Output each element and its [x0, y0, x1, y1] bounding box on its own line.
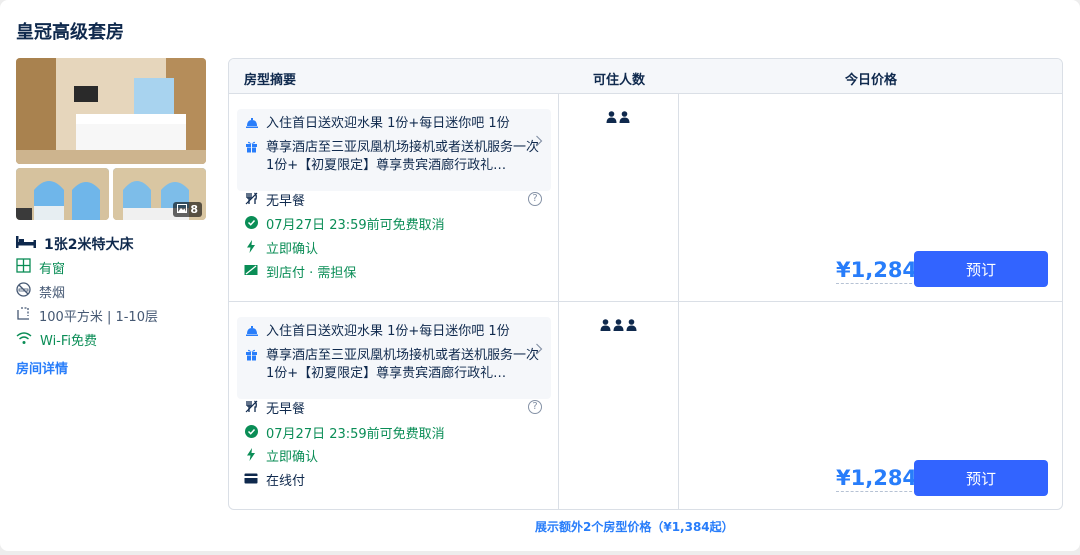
payment-policy: 到店付 · 需担保 [244, 262, 356, 281]
meal-label: 无早餐 [266, 402, 306, 417]
service-bell-icon [245, 323, 260, 342]
table-header: 房型摘要 可住人数 今日价格 [229, 59, 1062, 94]
room-title: 皇冠高级套房 [16, 22, 124, 43]
help-icon[interactable]: ? [528, 400, 542, 414]
help-icon[interactable]: ? [528, 192, 542, 206]
header-occupancy: 可住人数 [593, 73, 646, 88]
chevron-right-icon [535, 135, 543, 151]
perk-item: 入住首日送欢迎水果 1份+每日迷你吧 1份 [245, 323, 543, 342]
feature-window: 有窗 [16, 258, 65, 277]
meal-policy: 无早餐 [244, 190, 305, 209]
column-divider [678, 94, 679, 509]
person-icon [613, 319, 624, 334]
lightning-icon [244, 239, 258, 256]
person-icon [606, 111, 617, 126]
room-photo-image [16, 58, 206, 164]
meal-policy: 无早餐 [244, 398, 305, 417]
room-photo-thumb[interactable] [16, 168, 109, 220]
bed-icon [16, 235, 36, 253]
guest-icons [558, 319, 678, 334]
photo-count-badge[interactable]: 8 [173, 202, 202, 217]
confirm-label: 立即确认 [266, 450, 319, 465]
perk-item: 尊享酒店至三亚凤凰机场接机或者送机服务一次 1份+【初夏限定】尊享贵宾酒廊行政礼… [245, 139, 543, 175]
bed-info: 1张2米特大床 [16, 234, 133, 254]
payment-label: 到店付 · 需担保 [266, 266, 357, 281]
cancel-label: 07月27日 23:59前可免费取消 [266, 427, 445, 442]
no-smoking-icon [16, 282, 31, 301]
price[interactable]: ¥1,284 [836, 258, 918, 284]
confirm-policy: 立即确认 [244, 446, 318, 465]
pay-at-hotel-icon [244, 264, 258, 279]
cancel-label: 07月27日 23:59前可免费取消 [266, 218, 445, 233]
feature-label: Wi-Fi免费 [40, 334, 98, 349]
perks-box[interactable]: 入住首日送欢迎水果 1份+每日迷你吧 1份 尊享酒店至三亚凤凰机场接机或者送机服… [237, 109, 551, 191]
cancel-policy[interactable]: 07月27日 23:59前可免费取消 [244, 214, 445, 233]
lightning-icon [244, 447, 258, 464]
cancel-policy[interactable]: 07月27日 23:59前可免费取消 [244, 423, 445, 442]
chevron-right-icon [535, 343, 543, 359]
perk-text: 尊享酒店至三亚凤凰机场接机或者送机服务一次 1份+【初夏限定】尊享贵宾酒廊行政礼… [266, 348, 540, 381]
column-divider [558, 94, 559, 509]
row-divider [229, 301, 1062, 302]
service-bell-icon [245, 115, 260, 134]
check-circle-icon [244, 424, 258, 441]
room-photo-main[interactable] [16, 58, 206, 164]
perk-text: 尊享酒店至三亚凤凰机场接机或者送机服务一次 1份+【初夏限定】尊享贵宾酒廊行政礼… [266, 140, 540, 173]
rate-plan-table: 房型摘要 可住人数 今日价格 入住首日送欢迎水果 1份+每日迷你吧 1份 尊享酒… [228, 58, 1063, 510]
image-icon [177, 203, 188, 216]
feature-area: 100平方米 | 1-10层 [16, 306, 158, 325]
price[interactable]: ¥1,284 [836, 466, 918, 492]
perk-text: 入住首日送欢迎水果 1份+每日迷你吧 1份 [266, 116, 510, 131]
header-summary: 房型摘要 [244, 73, 297, 88]
feature-wifi: Wi-Fi免费 [16, 330, 97, 349]
show-more-rates-link[interactable]: 展示额外2个房型价格（¥1,384起） [535, 518, 734, 535]
feature-label: 禁烟 [39, 286, 66, 301]
book-button[interactable]: 预订 [914, 251, 1048, 287]
payment-policy: 在线付 [244, 470, 305, 489]
confirm-label: 立即确认 [266, 242, 319, 257]
person-icon [626, 319, 637, 334]
book-button[interactable]: 预订 [914, 460, 1048, 496]
window-icon [16, 258, 31, 277]
confirm-policy: 立即确认 [244, 238, 318, 257]
room-card: 皇冠高级套房 8 1张2米特大床 有窗 禁烟 100平方米 | 1-10层 Wi… [0, 0, 1080, 551]
header-price: 今日价格 [845, 73, 898, 88]
feature-no-smoking: 禁烟 [16, 282, 65, 301]
area-icon [16, 306, 31, 325]
room-photo-image [16, 168, 109, 220]
room-details-link[interactable]: 房间详情 [16, 358, 68, 377]
perks-box[interactable]: 入住首日送欢迎水果 1份+每日迷你吧 1份 尊享酒店至三亚凤凰机场接机或者送机服… [237, 317, 551, 399]
feature-label: 100平方米 | 1-10层 [39, 310, 158, 325]
room-photo-thumb[interactable]: 8 [113, 168, 206, 220]
feature-label: 有窗 [39, 262, 66, 277]
bed-label: 1张2米特大床 [44, 237, 134, 253]
credit-card-icon [244, 473, 258, 487]
guest-icons [558, 111, 678, 126]
gift-icon [245, 139, 260, 175]
no-meal-icon [244, 191, 258, 208]
check-circle-icon [244, 215, 258, 232]
no-meal-icon [244, 399, 258, 416]
person-icon [600, 319, 611, 334]
perk-item: 入住首日送欢迎水果 1份+每日迷你吧 1份 [245, 115, 543, 134]
photo-count: 8 [190, 203, 198, 216]
meal-label: 无早餐 [266, 194, 306, 209]
wifi-icon [16, 331, 32, 349]
payment-label: 在线付 [266, 474, 306, 489]
gift-icon [245, 347, 260, 383]
perk-item: 尊享酒店至三亚凤凰机场接机或者送机服务一次 1份+【初夏限定】尊享贵宾酒廊行政礼… [245, 347, 543, 383]
person-icon [619, 111, 630, 126]
perk-text: 入住首日送欢迎水果 1份+每日迷你吧 1份 [266, 324, 510, 339]
